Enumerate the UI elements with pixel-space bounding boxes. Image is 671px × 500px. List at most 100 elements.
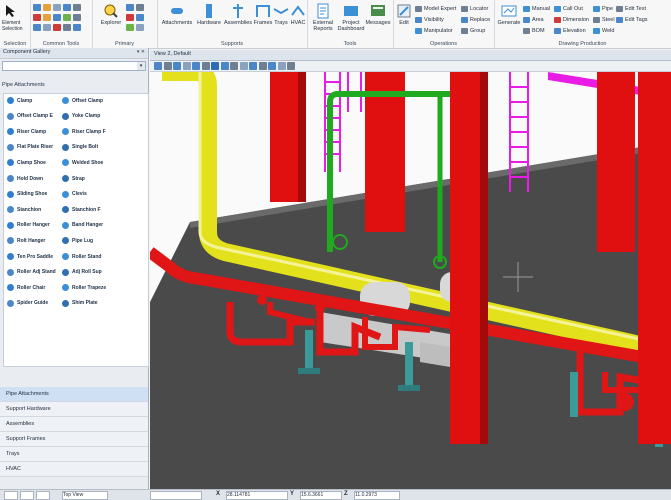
element-selection-button[interactable]: Element Selection: [2, 2, 24, 36]
gallery-item[interactable]: Offset Clamp: [62, 97, 103, 104]
tool-icon[interactable]: [43, 4, 51, 11]
bom-button[interactable]: BOM: [523, 27, 545, 35]
gallery-item[interactable]: Strap: [62, 175, 85, 182]
locator-button[interactable]: Locator: [461, 5, 488, 13]
tool-icon[interactable]: [73, 4, 81, 11]
visibility-button[interactable]: Visibility: [415, 16, 444, 24]
external-reports-button[interactable]: External Reports: [310, 3, 336, 32]
gallery-item[interactable]: Clamp Shoe: [7, 159, 46, 167]
tool-icon[interactable]: [53, 14, 61, 21]
gallery-item[interactable]: Spider Guide: [7, 299, 48, 307]
area-button[interactable]: Area: [523, 16, 544, 24]
frames-button[interactable]: Frames: [252, 3, 274, 26]
view-tool-icon[interactable]: [211, 62, 219, 70]
gallery-item[interactable]: Clevis: [62, 190, 87, 198]
category-item[interactable]: Assemblies: [0, 417, 148, 432]
gallery-item[interactable]: Rolt Hanger: [7, 237, 45, 245]
view-tool-icon[interactable]: [268, 62, 276, 70]
gallery-item[interactable]: Roller Stand: [62, 253, 101, 260]
view-tool-icon[interactable]: [182, 62, 191, 70]
gallery-item[interactable]: Shim Plate: [62, 299, 98, 307]
group-button[interactable]: Group: [461, 27, 485, 35]
gallery-item[interactable]: Roller Trapeze: [62, 284, 106, 292]
gallery-item[interactable]: Offset Clamp E: [7, 112, 53, 120]
gallery-item[interactable]: Flat Plate Riser: [7, 143, 53, 151]
tool-icon[interactable]: [73, 14, 81, 21]
tool-icon[interactable]: [43, 24, 51, 31]
edit-button[interactable]: Edit: [393, 3, 415, 26]
gallery-item[interactable]: Hold Down: [7, 175, 43, 182]
messages-button[interactable]: Messages: [364, 3, 392, 26]
gallery-item[interactable]: Ten Pro Saddle: [7, 253, 53, 260]
tool-icon[interactable]: [53, 4, 61, 11]
edit-text-button[interactable]: Edit Text: [616, 5, 646, 13]
view-tool-icon[interactable]: [154, 62, 162, 70]
gallery-item[interactable]: Roller Chair: [7, 284, 45, 292]
tool-icon[interactable]: [136, 24, 144, 31]
category-item[interactable]: Support Frames: [0, 432, 148, 447]
panel-controls[interactable]: ▾ ✕: [137, 49, 145, 55]
gallery-item[interactable]: Single Bolt: [62, 143, 98, 151]
gallery-item[interactable]: Adj Roll Sup: [62, 268, 102, 276]
tool-icon[interactable]: [136, 4, 144, 11]
hardware-button[interactable]: Hardware: [195, 3, 223, 26]
explorer-button[interactable]: Explorer: [98, 3, 124, 26]
view-tool-icon[interactable]: [192, 62, 200, 70]
dimension-button[interactable]: Dimension: [554, 16, 589, 24]
tool-icon[interactable]: [63, 14, 71, 21]
model-expert-button[interactable]: Model Expert: [415, 5, 456, 13]
view-tool-icon[interactable]: [230, 62, 238, 70]
tool-icon[interactable]: [33, 24, 41, 31]
view-tool-icon[interactable]: [220, 62, 229, 70]
gallery-item[interactable]: Clamp: [7, 97, 32, 104]
search-dropdown-button[interactable]: ▾: [137, 62, 145, 70]
tool-icon[interactable]: [63, 24, 71, 31]
gallery-item[interactable]: Stanchion F: [62, 206, 101, 214]
view-tool-icon[interactable]: [173, 62, 181, 70]
tool-icon[interactable]: [126, 24, 134, 31]
tool-icon[interactable]: [33, 14, 41, 21]
tool-icon[interactable]: [63, 4, 71, 11]
manual-button[interactable]: Manual: [523, 5, 550, 13]
gallery-item[interactable]: Pipe Lug: [62, 237, 93, 245]
gallery-item[interactable]: Yoke Clamp: [62, 112, 100, 120]
3d-viewport[interactable]: [150, 72, 671, 489]
elevation-button[interactable]: Elevation: [554, 27, 586, 35]
gallery-item[interactable]: Roller Hanger: [7, 221, 50, 229]
view-tool-icon[interactable]: [201, 62, 210, 70]
generate-button[interactable]: Generate: [495, 3, 523, 26]
tool-icon[interactable]: [73, 24, 81, 31]
gallery-item[interactable]: Welded Shoe: [62, 159, 103, 167]
view-tab[interactable]: View 2, Default: [150, 50, 671, 61]
gallery-item[interactable]: Sliding Shoe: [7, 190, 47, 198]
project-dashboard-button[interactable]: Project Dashboard: [337, 3, 365, 32]
attachments-button[interactable]: Attachments: [159, 3, 195, 26]
view-tool-icon[interactable]: [239, 62, 248, 70]
view-tool-icon[interactable]: [249, 62, 257, 70]
panel-search-input[interactable]: ▾: [2, 61, 146, 71]
gallery-item[interactable]: Band Hanger: [62, 221, 103, 229]
edit-tags-button[interactable]: Edit Tags: [616, 16, 648, 24]
gallery-item[interactable]: Riser Clamp F: [62, 128, 106, 136]
replace-button[interactable]: Replace: [461, 16, 490, 24]
view-tool-icon[interactable]: [163, 62, 172, 70]
category-item[interactable]: Trays: [0, 447, 148, 462]
weld-button[interactable]: Weld: [593, 27, 614, 35]
pipe-button[interactable]: Pipe: [593, 5, 613, 13]
tool-icon[interactable]: [43, 14, 51, 21]
gallery-item[interactable]: Roller Adj Stand: [7, 268, 56, 276]
view-tool-icon[interactable]: [287, 62, 295, 70]
category-item[interactable]: Pipe Attachments: [0, 387, 148, 402]
call-out-button[interactable]: Call Out: [554, 5, 583, 13]
tool-icon[interactable]: [126, 4, 134, 11]
steel-button[interactable]: Steel: [593, 16, 615, 24]
category-item[interactable]: Support Hardware: [0, 402, 148, 417]
view-tool-icon[interactable]: [258, 62, 267, 70]
manipulator-button[interactable]: Manipulator: [415, 27, 453, 35]
category-item[interactable]: HVAC: [0, 462, 148, 477]
gallery-item[interactable]: Stanchion: [7, 206, 41, 214]
view-tool-icon[interactable]: [277, 62, 286, 70]
hvac-button[interactable]: HVAC: [288, 3, 308, 26]
gallery-item[interactable]: Riser Clamp: [7, 128, 46, 136]
tool-icon[interactable]: [53, 24, 61, 31]
